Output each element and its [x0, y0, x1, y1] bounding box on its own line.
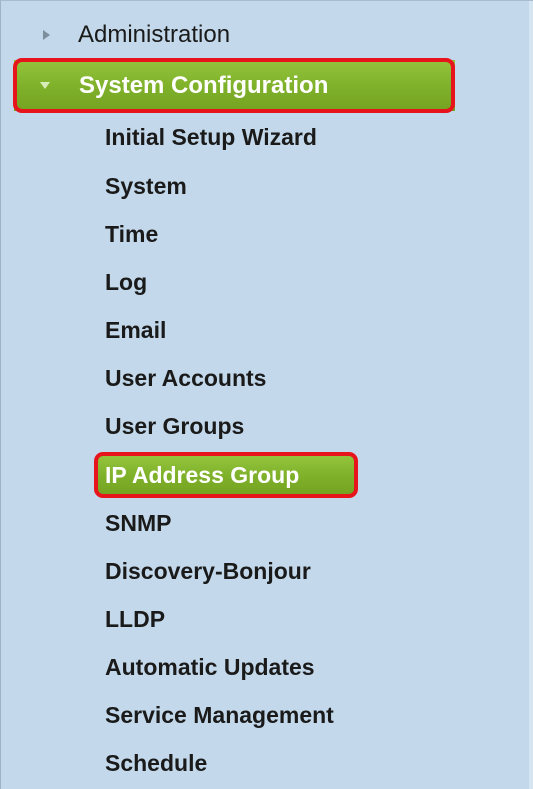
- sub-item-log[interactable]: Log: [105, 264, 533, 300]
- sub-item-label: User Accounts: [105, 364, 267, 391]
- sub-item-email[interactable]: Email: [105, 312, 533, 348]
- sub-item-schedule[interactable]: Schedule: [105, 745, 533, 781]
- sub-item-automatic-updates[interactable]: Automatic Updates: [105, 649, 533, 685]
- caret-right-icon: [43, 30, 50, 40]
- sub-item-system[interactable]: System: [105, 168, 533, 204]
- caret-down-icon: [40, 82, 50, 89]
- sub-item-lldp[interactable]: LLDP: [105, 601, 533, 637]
- navigation-panel: Administration System Configuration Init…: [0, 0, 533, 789]
- sub-item-label: Email: [105, 316, 167, 343]
- sub-item-user-groups[interactable]: User Groups: [105, 408, 533, 444]
- nav-item-label: Administration: [78, 21, 231, 48]
- nav-item-administration[interactable]: Administration: [1, 15, 533, 55]
- sub-item-user-accounts[interactable]: User Accounts: [105, 360, 533, 396]
- panel-edge: [529, 1, 533, 789]
- sub-item-label: User Groups: [105, 412, 245, 439]
- sub-item-label: LLDP: [105, 605, 166, 632]
- sub-item-label: Discovery-Bonjour: [105, 557, 311, 584]
- sub-item-label: Initial Setup Wizard: [105, 123, 317, 150]
- sub-item-initial-setup-wizard[interactable]: Initial Setup Wizard: [105, 119, 533, 155]
- sub-item-label: Time: [105, 220, 159, 247]
- sub-item-snmp[interactable]: SNMP: [105, 505, 533, 541]
- sub-item-label: SNMP: [105, 509, 172, 536]
- sub-item-label: Service Management: [105, 701, 334, 728]
- sub-item-service-management[interactable]: Service Management: [105, 697, 533, 733]
- sub-item-discovery-bonjour[interactable]: Discovery-Bonjour: [105, 553, 533, 589]
- sub-item-label: Schedule: [105, 749, 208, 776]
- sub-item-label: IP Address Group: [105, 461, 300, 488]
- sub-item-label: System: [105, 172, 187, 199]
- nav-item-system-configuration[interactable]: System Configuration: [14, 60, 455, 111]
- sub-item-time[interactable]: Time: [105, 216, 533, 252]
- sub-item-label: Automatic Updates: [105, 653, 315, 680]
- sub-item-label: Log: [105, 268, 148, 295]
- sub-item-ip-address-group[interactable]: IP Address Group: [97, 456, 356, 494]
- nav-item-label: System Configuration: [79, 71, 329, 99]
